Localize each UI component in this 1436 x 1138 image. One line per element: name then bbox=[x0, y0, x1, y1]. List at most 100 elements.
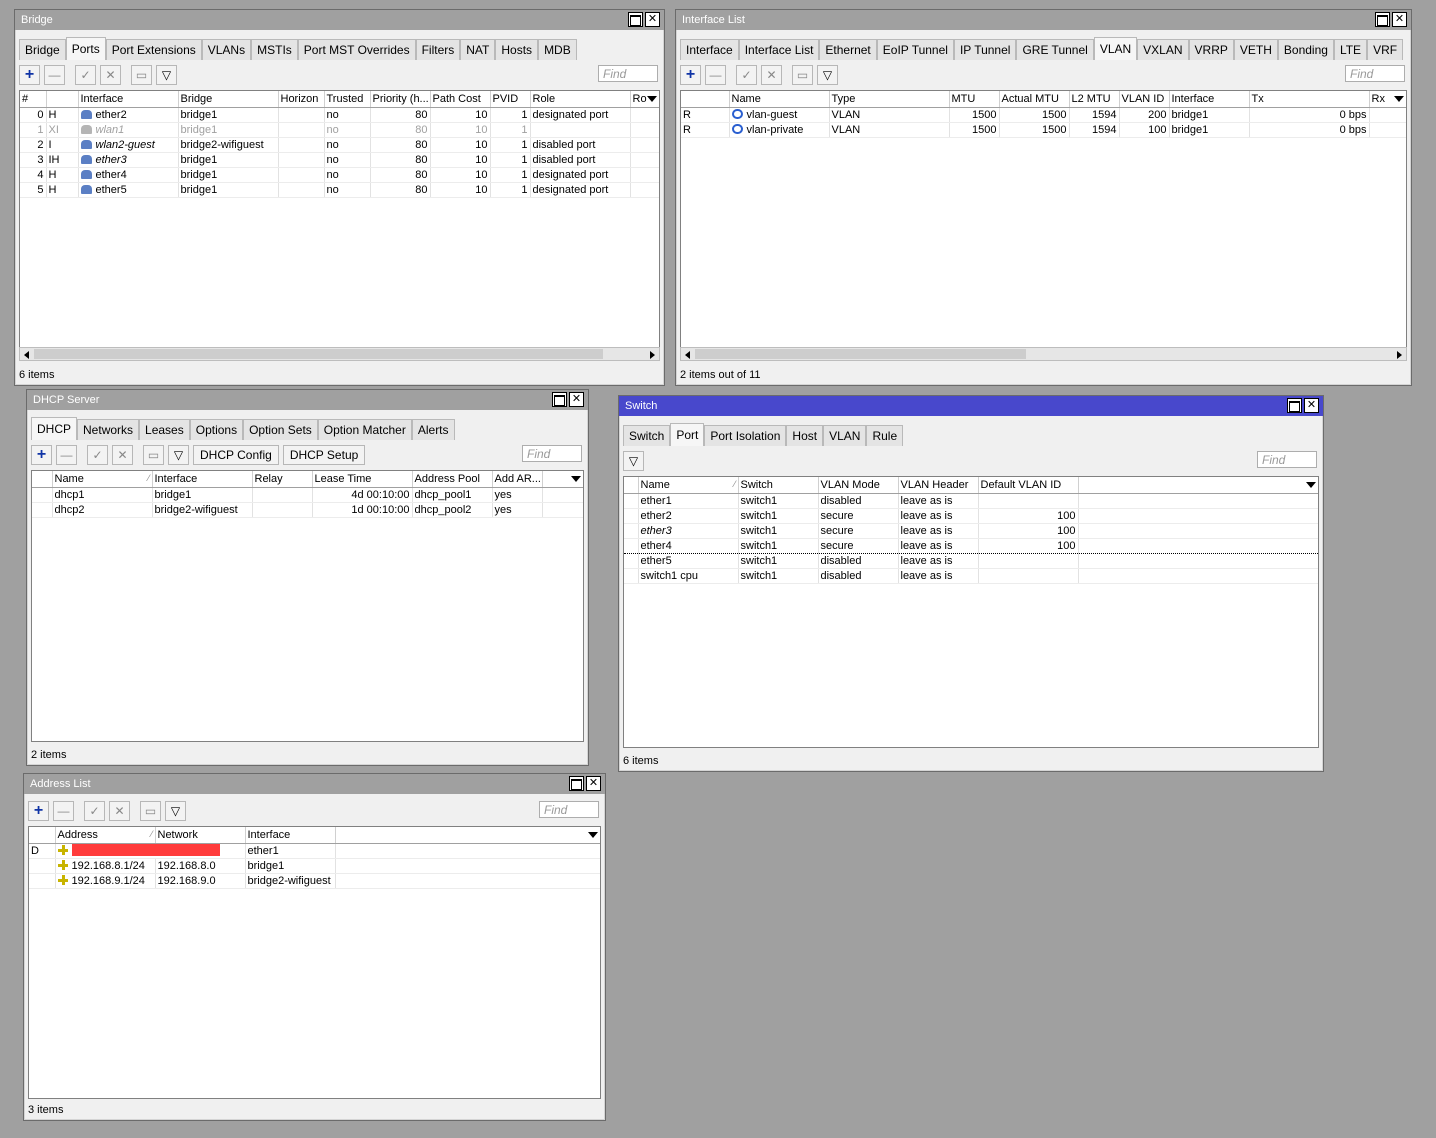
disable-icon[interactable]: ✕ bbox=[112, 445, 133, 465]
find-input[interactable]: Find bbox=[1257, 451, 1317, 468]
table-row[interactable]: 1 XI wlan1 bridge1 no 80 10 1 bbox=[20, 122, 659, 138]
filter-icon[interactable]: ▽ bbox=[165, 801, 186, 821]
add-icon[interactable]: + bbox=[19, 65, 40, 85]
tab-hosts[interactable]: Hosts bbox=[495, 39, 539, 60]
table-row[interactable]: ether2 switch1 secure leave as is 100 bbox=[624, 508, 1318, 524]
comment-icon[interactable]: ▭ bbox=[140, 801, 161, 821]
dhcp-titlebar[interactable]: DHCP Server bbox=[27, 390, 588, 410]
tab-alerts[interactable]: Alerts bbox=[411, 419, 455, 440]
find-input[interactable]: Find bbox=[539, 801, 599, 818]
col-role[interactable]: Role bbox=[530, 91, 631, 108]
add-icon[interactable]: + bbox=[28, 801, 49, 821]
table-row[interactable]: 5 H ether5 bridge1 no 80 10 1 designated… bbox=[20, 182, 659, 198]
close-button[interactable] bbox=[586, 776, 601, 791]
col-lease-time[interactable]: Lease Time bbox=[312, 471, 413, 488]
scroll-left-icon[interactable] bbox=[685, 351, 690, 359]
table-row[interactable]: 192.168.9.1/24 192.168.9.0 bridge2-wifig… bbox=[29, 873, 600, 889]
column-menu-icon[interactable] bbox=[647, 96, 657, 102]
col-flags[interactable] bbox=[681, 91, 730, 108]
address-list-titlebar[interactable]: Address List bbox=[24, 774, 605, 794]
tab-rule[interactable]: Rule bbox=[866, 425, 904, 446]
tab-bonding[interactable]: Bonding bbox=[1277, 39, 1334, 60]
comment-icon[interactable]: ▭ bbox=[143, 445, 164, 465]
column-menu-icon[interactable] bbox=[1306, 482, 1316, 488]
maximize-button[interactable] bbox=[1287, 398, 1302, 413]
tab-port-extensions[interactable]: Port Extensions bbox=[105, 39, 202, 60]
col-vlan-mode[interactable]: VLAN Mode bbox=[818, 477, 899, 494]
col-switch[interactable]: Switch bbox=[738, 477, 819, 494]
tab-eoip-tunnel[interactable]: EoIP Tunnel bbox=[876, 39, 954, 60]
scroll-thumb[interactable] bbox=[34, 349, 603, 359]
col-flags[interactable] bbox=[32, 471, 53, 488]
column-menu-icon[interactable] bbox=[571, 476, 581, 482]
tab-mdb[interactable]: MDB bbox=[538, 39, 577, 60]
table-row[interactable]: D ether1 bbox=[29, 843, 600, 859]
switch-titlebar[interactable]: Switch bbox=[619, 396, 1323, 416]
tab-vrf[interactable]: VRF bbox=[1367, 39, 1404, 60]
table-row[interactable]: dhcp2 bridge2-wifiguest 1d 00:10:00 dhcp… bbox=[32, 502, 583, 518]
tab-nat[interactable]: NAT bbox=[460, 39, 496, 60]
scroll-left-icon[interactable] bbox=[24, 351, 29, 359]
col-address-pool[interactable]: Address Pool bbox=[412, 471, 493, 488]
table-row[interactable]: ether1 switch1 disabled leave as is bbox=[624, 493, 1318, 509]
enable-icon[interactable]: ✓ bbox=[75, 65, 96, 85]
tab-vlans[interactable]: VLANs bbox=[201, 39, 252, 60]
tab-filters[interactable]: Filters bbox=[415, 39, 461, 60]
close-button[interactable] bbox=[645, 12, 660, 27]
col-add-arp[interactable]: Add AR... bbox=[492, 471, 543, 488]
table-row[interactable]: ether3 switch1 secure leave as is 100 bbox=[624, 523, 1318, 539]
table-row[interactable]: R vlan-guest VLAN 1500 1500 1594 200 bri… bbox=[681, 107, 1406, 123]
close-button[interactable] bbox=[569, 392, 584, 407]
table-row[interactable]: 192.168.8.1/24 192.168.8.0 bridge1 bbox=[29, 858, 600, 874]
col-flags[interactable] bbox=[29, 827, 56, 844]
col-vlan-header[interactable]: VLAN Header bbox=[898, 477, 979, 494]
col-mtu[interactable]: MTU bbox=[949, 91, 1000, 108]
interface-list-titlebar[interactable]: Interface List bbox=[676, 10, 1411, 30]
col-extra[interactable] bbox=[1078, 477, 1318, 494]
enable-icon[interactable]: ✓ bbox=[84, 801, 105, 821]
horizontal-scrollbar[interactable] bbox=[680, 347, 1407, 361]
scroll-thumb[interactable] bbox=[695, 349, 1026, 359]
disable-icon[interactable]: ✕ bbox=[100, 65, 121, 85]
maximize-button[interactable] bbox=[628, 12, 643, 27]
col-l2-mtu[interactable]: L2 MTU bbox=[1069, 91, 1120, 108]
tab-option-sets[interactable]: Option Sets bbox=[243, 419, 318, 440]
col-interface[interactable]: Interface bbox=[245, 827, 336, 844]
maximize-button[interactable] bbox=[1375, 12, 1390, 27]
table-row[interactable]: ether4 switch1 secure leave as is 100 bbox=[624, 537, 1318, 554]
tab-vxlan[interactable]: VXLAN bbox=[1137, 39, 1189, 60]
col-horizon[interactable]: Horizon bbox=[278, 91, 325, 108]
table-row[interactable]: 4 H ether4 bridge1 no 80 10 1 designated… bbox=[20, 167, 659, 183]
tab-veth[interactable]: VETH bbox=[1233, 39, 1278, 60]
scroll-right-icon[interactable] bbox=[650, 351, 655, 359]
add-icon[interactable]: + bbox=[31, 445, 52, 465]
col-relay[interactable]: Relay bbox=[252, 471, 313, 488]
remove-icon[interactable]: — bbox=[53, 801, 74, 821]
scroll-right-icon[interactable] bbox=[1397, 351, 1402, 359]
col-bridge[interactable]: Bridge bbox=[178, 91, 279, 108]
add-icon[interactable]: + bbox=[680, 65, 701, 85]
col-network[interactable]: Network bbox=[155, 827, 246, 844]
col-name[interactable]: Name bbox=[729, 91, 830, 108]
remove-icon[interactable]: — bbox=[56, 445, 77, 465]
remove-icon[interactable]: — bbox=[44, 65, 65, 85]
filter-icon[interactable]: ▽ bbox=[156, 65, 177, 85]
col-flags[interactable] bbox=[624, 477, 639, 494]
tab-mstis[interactable]: MSTIs bbox=[251, 39, 298, 60]
filter-icon[interactable]: ▽ bbox=[623, 451, 644, 471]
close-button[interactable] bbox=[1392, 12, 1407, 27]
tab-host[interactable]: Host bbox=[786, 425, 824, 446]
col-number[interactable]: # bbox=[20, 91, 47, 108]
find-input[interactable]: Find bbox=[522, 445, 582, 462]
col-actual-mtu[interactable]: Actual MTU bbox=[999, 91, 1070, 108]
maximize-button[interactable] bbox=[569, 776, 584, 791]
tab-port-mst-overrides[interactable]: Port MST Overrides bbox=[297, 39, 416, 60]
col-interface[interactable]: Interface bbox=[78, 91, 179, 108]
tab-bridge[interactable]: Bridge bbox=[19, 39, 66, 60]
table-row[interactable]: 0 H ether2 bridge1 no 80 10 1 designated… bbox=[20, 107, 659, 123]
maximize-button[interactable] bbox=[552, 392, 567, 407]
tab-port[interactable]: Port bbox=[670, 423, 705, 446]
col-path-cost[interactable]: Path Cost bbox=[430, 91, 491, 108]
table-row[interactable]: 2 I wlan2-guest bridge2-wifiguest no 80 … bbox=[20, 137, 659, 153]
tab-gre-tunnel[interactable]: GRE Tunnel bbox=[1016, 39, 1094, 60]
